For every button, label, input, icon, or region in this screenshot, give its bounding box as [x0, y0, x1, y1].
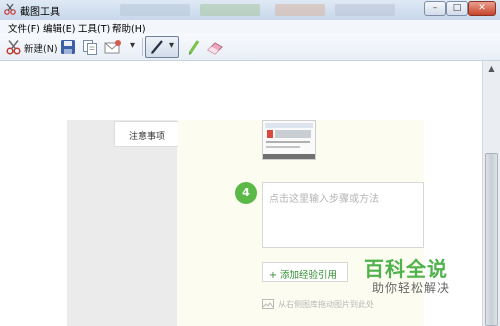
- background-taskbar-blur: [275, 4, 325, 16]
- menu-tools[interactable]: 工具(T): [78, 21, 110, 35]
- background-taskbar-blur: [120, 4, 190, 16]
- left-gray-panel: [67, 120, 177, 326]
- pen-icon: [151, 40, 163, 54]
- chevron-down-icon[interactable]: ▾: [169, 40, 174, 51]
- step-description-input[interactable]: 点击这里输入步骤或方法: [262, 182, 424, 248]
- maximize-button[interactable]: □: [446, 1, 468, 16]
- close-button[interactable]: ✕: [468, 1, 496, 16]
- watermark-title: 百科全说: [364, 257, 448, 281]
- title-bar: 截图工具 – □ ✕: [0, 0, 500, 21]
- thumbnail-red-block: [267, 130, 273, 138]
- menu-help[interactable]: 帮助(H): [112, 21, 146, 35]
- menu-edit[interactable]: 编辑(E): [43, 21, 75, 35]
- toolbar: 新建(N) ▾ ▾: [0, 34, 500, 61]
- drag-hint-text: 从右侧图库拖动图片到此处: [278, 300, 374, 309]
- background-taskbar-blur: [335, 4, 395, 16]
- add-quote-label: + 添加经验引用: [269, 270, 337, 281]
- notice-tab-label: 注意事项: [128, 132, 165, 142]
- window-title: 截图工具: [20, 7, 60, 18]
- eraser-icon: [207, 42, 223, 55]
- screenshot-thumbnail: [262, 120, 316, 160]
- save-button[interactable]: [60, 38, 76, 56]
- eraser-button[interactable]: [206, 38, 224, 56]
- thumbnail-dark-band: [263, 154, 315, 159]
- scroll-up-arrow-icon[interactable]: ▲: [486, 63, 497, 74]
- image-icon: [262, 299, 274, 309]
- new-snip-button[interactable]: 新建(N): [6, 38, 58, 56]
- step-input-placeholder: 点击这里输入步骤或方法: [269, 194, 379, 205]
- scissors-icon: [6, 40, 21, 55]
- save-icon: [61, 40, 75, 54]
- chevron-down-icon[interactable]: ▾: [130, 40, 135, 51]
- thumbnail-toolbar: [265, 123, 313, 128]
- snipping-tool-icon: [4, 3, 16, 15]
- menu-bar: 文件(F) 编辑(E) 工具(T) 帮助(H): [0, 20, 500, 35]
- minimize-button[interactable]: –: [424, 1, 446, 16]
- step-number-badge: 4: [235, 182, 257, 204]
- toolbar-separator: [142, 38, 143, 56]
- copy-button[interactable]: [82, 38, 98, 56]
- new-snip-label: 新建(N): [24, 44, 58, 55]
- menu-file[interactable]: 文件(F): [8, 21, 40, 35]
- email-icon: [104, 40, 121, 54]
- vertical-scrollbar[interactable]: ▲: [482, 61, 500, 326]
- highlighter-icon: [188, 40, 200, 55]
- thumbnail-line: [266, 141, 310, 143]
- watermark-subtitle: 助你轻松解决: [372, 281, 451, 295]
- highlighter-button[interactable]: [186, 38, 202, 56]
- notice-tab[interactable]: 注意事项: [114, 121, 178, 147]
- thumbnail-gray-block: [275, 130, 311, 138]
- add-experience-quote-button[interactable]: + 添加经验引用: [262, 262, 348, 282]
- pen-tool-button[interactable]: ▾: [145, 36, 179, 58]
- copy-icon: [83, 40, 97, 55]
- thumbnail-line: [266, 146, 300, 148]
- scrollbar-thumb[interactable]: [485, 153, 498, 326]
- background-taskbar-blur: [200, 4, 260, 16]
- send-snip-button[interactable]: ▾: [104, 38, 140, 56]
